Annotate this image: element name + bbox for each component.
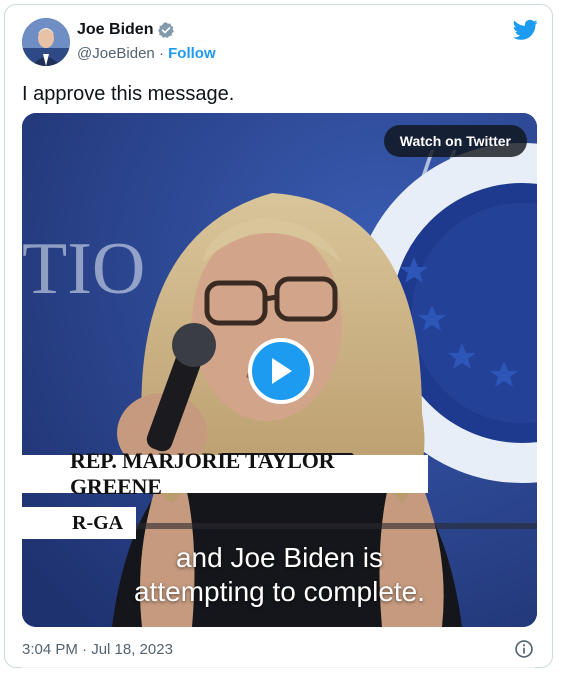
tweet-card: Joe Biden @JoeBiden · Follow I approve t…	[4, 4, 553, 668]
tweet-timestamp[interactable]: 3:04 PM · Jul 18, 2023	[22, 641, 173, 658]
author-name[interactable]: Joe Biden	[77, 21, 153, 39]
author-handle[interactable]: @JoeBiden	[77, 45, 155, 62]
twitter-bird-icon[interactable]	[513, 19, 538, 41]
video-player[interactable]: // TIO Watch on Twitter REP. MARJORIE TA…	[22, 113, 537, 627]
play-icon	[272, 358, 292, 384]
author-avatar[interactable]	[22, 18, 70, 66]
caption-line-1: and Joe Biden is	[175, 542, 384, 573]
handle-separator: ·	[158, 45, 164, 62]
avatar-photo-icon	[22, 18, 70, 66]
footer-divider	[22, 667, 535, 668]
video-caption: and Joe Biden is attempting to complete.	[22, 541, 537, 609]
author-name-row: Joe Biden	[77, 21, 175, 39]
caption-line-2: attempting to complete.	[133, 576, 426, 607]
lower-third-party: R-GA	[22, 507, 136, 539]
background-letters: TIO	[22, 228, 145, 310]
follow-button[interactable]: Follow	[168, 45, 216, 62]
lower-third-name: REP. MARJORIE TAYLOR GREENE	[22, 448, 428, 499]
watch-on-twitter-button[interactable]: Watch on Twitter	[383, 125, 527, 157]
author-handle-row: @JoeBiden · Follow	[77, 45, 216, 62]
tweet-text: I approve this message.	[22, 83, 235, 105]
verified-badge-icon	[158, 22, 175, 39]
play-button[interactable]	[248, 338, 314, 404]
info-icon[interactable]	[514, 639, 534, 659]
